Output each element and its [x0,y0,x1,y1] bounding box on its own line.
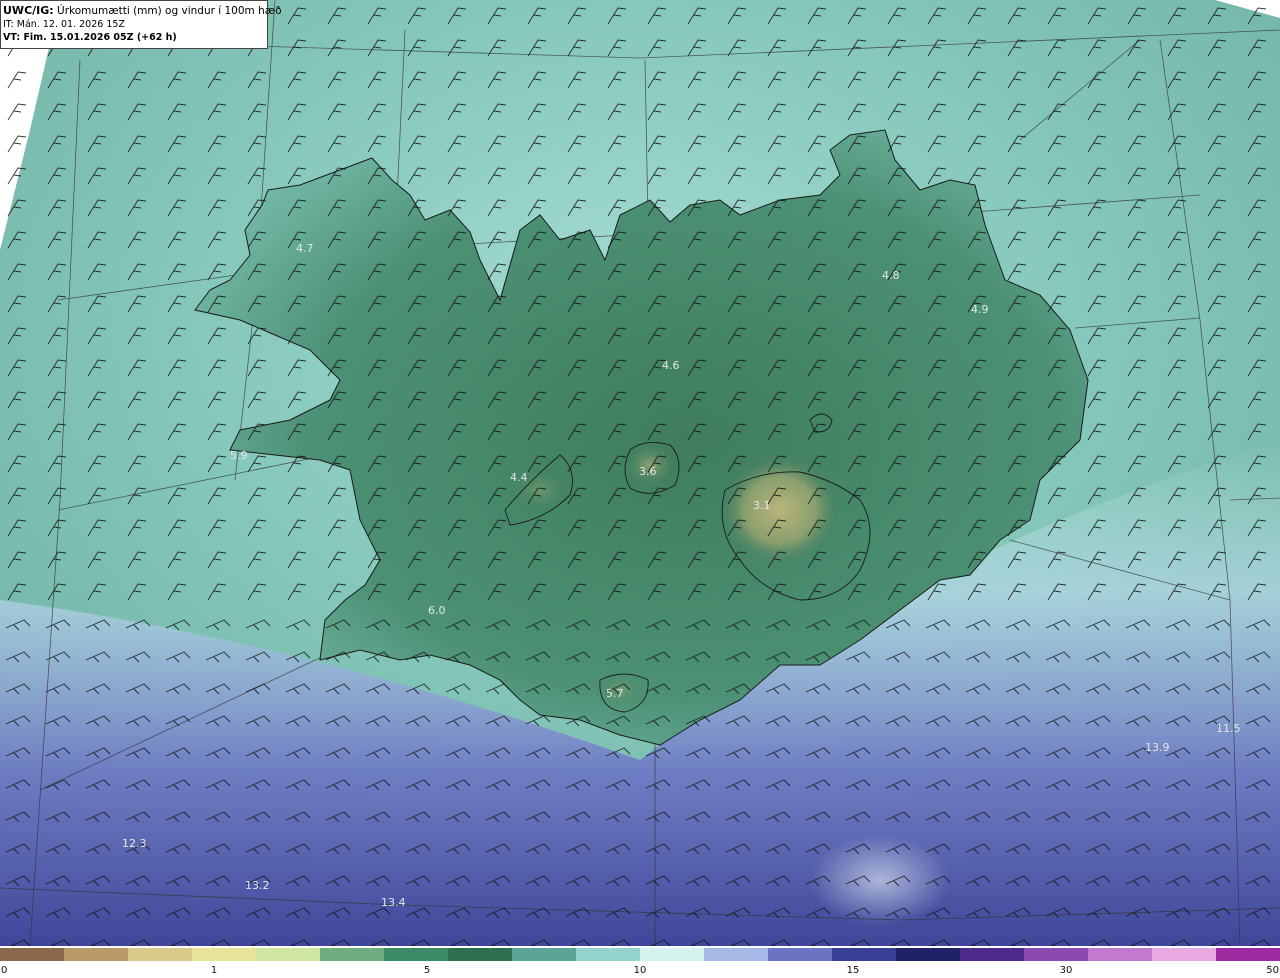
colorbar-tick-10: 10 [633,965,647,976]
colorbar-tick-30: 30 [1059,965,1073,976]
valid-time: Fim. 15.01.2026 05Z (+62 h) [23,32,177,43]
value-sea-southeast: 13.9 [1145,741,1170,754]
colorbar-tick-1: 1 [210,965,218,976]
colorbar-segment [512,948,576,961]
colorbar-tick-5: 5 [423,965,431,976]
colorbar-segment [256,948,320,961]
colorbar-segment [768,948,832,961]
product-name: Úrkomumætti (mm) og vindur í 100m hæð [57,5,282,17]
colorbar-segment [960,948,1024,961]
product-line: UWC/IG: Úrkomumætti (mm) og vindur í 100… [3,4,282,18]
value-langjokull: 3.6 [639,465,657,478]
colorbar-segment [640,948,704,961]
colorbar-segment [1088,948,1152,961]
colorbar-segment [1216,948,1280,961]
colorbar-tick-0: 0 [1,965,8,976]
colorbar-segment [64,948,128,961]
colorbar-segment [832,948,896,961]
colorbar: 0 1 5 10 15 30 50 [0,946,1280,978]
colorbar-segment [0,948,64,961]
colorbar-segment [576,948,640,961]
colorbar-segment [192,948,256,961]
value-sea-sw-3: 13.4 [381,896,406,909]
value-myrdalsjokull: 5.7 [606,687,624,700]
map-header: UWC/IG: Úrkomumætti (mm) og vindur í 100… [0,0,282,49]
value-vatnajokull: 3.1 [753,499,771,512]
colorbar-segment [448,948,512,961]
product-code: UWC/IG: [3,4,54,17]
colorbar-segment [1024,948,1088,961]
weather-map: 4.7 4.6 4.8 4.9 4.4 3.6 3.1 5.9 6.0 5.7 … [0,0,1280,946]
value-snaefellsnes: 5.9 [230,449,248,462]
valid-line: VT: Fim. 15.01.2026 05Z (+62 h) [3,31,267,44]
value-east: 4.9 [971,303,989,316]
value-west-plateau: 4.4 [510,471,528,484]
colorbar-segment [704,948,768,961]
colorbar-strip [0,948,1280,961]
colorbar-segment [128,948,192,961]
colorbar-tick-15: 15 [846,965,860,976]
value-westfjords: 4.7 [296,242,314,255]
value-northeast: 4.8 [882,269,900,282]
init-time: IT: Mán. 12. 01. 2026 15Z [3,19,125,30]
colorbar-segment [320,948,384,961]
value-sea-sw-1: 12.3 [122,837,147,850]
value-north-central: 4.6 [662,359,680,372]
valid-time-prefix: VT: [3,32,21,43]
wind-barbs-north [0,0,1280,600]
colorbar-segment [384,948,448,961]
colorbar-segment [896,948,960,961]
value-reykjanes: 6.0 [428,604,446,617]
colorbar-tick-50: 50 [1266,965,1279,976]
wind-barbs-south [0,600,1280,946]
value-sea-far-east: 11.5 [1216,722,1241,735]
value-sea-sw-2: 13.2 [245,879,270,892]
colorbar-segment [1152,948,1216,961]
